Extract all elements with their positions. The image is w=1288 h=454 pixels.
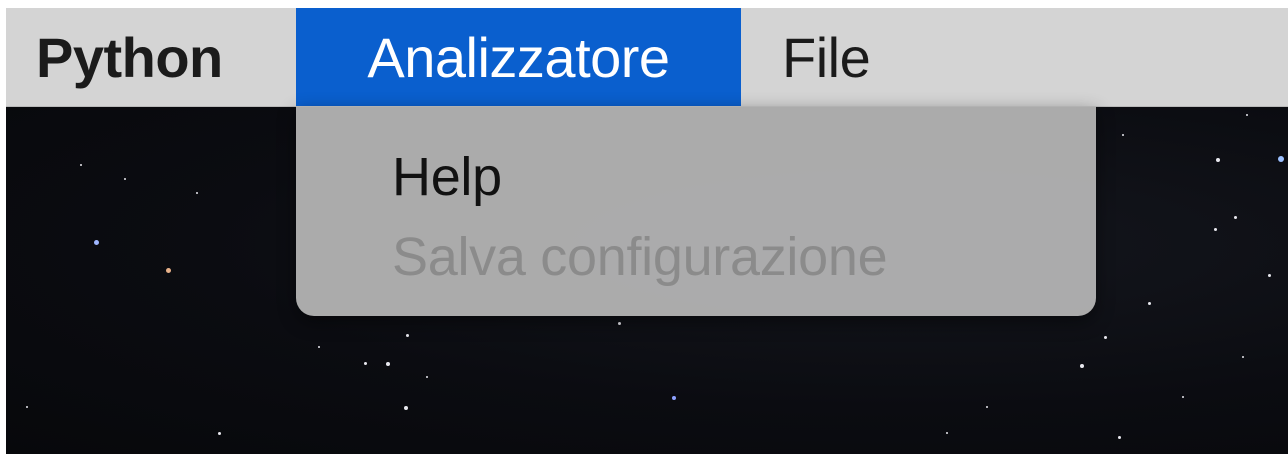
star [124,178,126,180]
star [1104,336,1107,339]
screen: Python Analizzatore File Help Salva conf… [0,0,1288,454]
star [80,164,82,166]
menu-bar: Python Analizzatore File [6,8,1288,107]
star [318,346,320,348]
star [1122,134,1124,136]
star [1278,156,1284,162]
menu-file[interactable]: File [782,8,871,106]
star [618,322,621,325]
star [1214,228,1217,231]
star [1182,396,1184,398]
star [1216,158,1220,162]
star [386,362,390,366]
star [404,406,408,410]
star [986,406,988,408]
analizzatore-dropdown-menu: Help Salva configurazione [296,106,1096,316]
star [426,376,428,378]
star [406,334,409,337]
star [196,192,198,194]
star [1246,114,1248,116]
menu-item-salva-configurazione: Salva configurazione [392,227,888,287]
menu-item-help[interactable]: Help [392,144,502,210]
star [1118,436,1121,439]
star [946,432,948,434]
star [672,396,676,400]
star [364,362,367,365]
star [1234,216,1237,219]
star [1242,356,1244,358]
star [1148,302,1151,305]
star [218,432,221,435]
menu-analizzatore[interactable]: Analizzatore [296,8,741,106]
star [94,240,99,245]
star [166,268,171,273]
star [1080,364,1084,368]
star [1268,274,1271,277]
menu-app-python[interactable]: Python [36,8,223,106]
star [26,406,28,408]
